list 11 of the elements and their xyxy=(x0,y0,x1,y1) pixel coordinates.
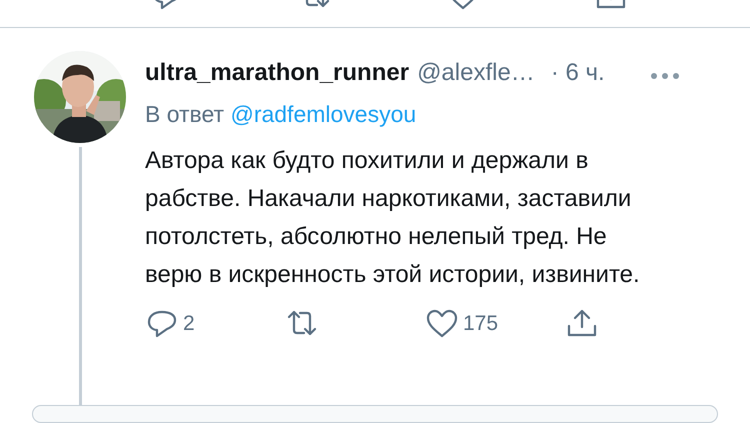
share-icon[interactable] xyxy=(565,308,599,338)
more-icon[interactable] xyxy=(650,72,680,80)
reply-label: В ответ xyxy=(145,101,224,127)
reply-icon[interactable] xyxy=(145,308,179,338)
tweet-text: Автора как будто похитили и держали в рабстве. Накачали наркотиками, заставили потолстеть, абсолютно нелепый тред. Не верю в искренность этой истории, извините. xyxy=(145,146,641,290)
author-name[interactable]: ultra_marathon_runner xyxy=(145,55,410,91)
like-icon[interactable] xyxy=(425,308,459,338)
reply-count: 2 xyxy=(183,310,195,336)
tweet-time: · 6 ч. xyxy=(550,58,605,88)
author-handle: @alexfle… xyxy=(417,58,535,88)
like-count: 175 xyxy=(463,310,498,336)
